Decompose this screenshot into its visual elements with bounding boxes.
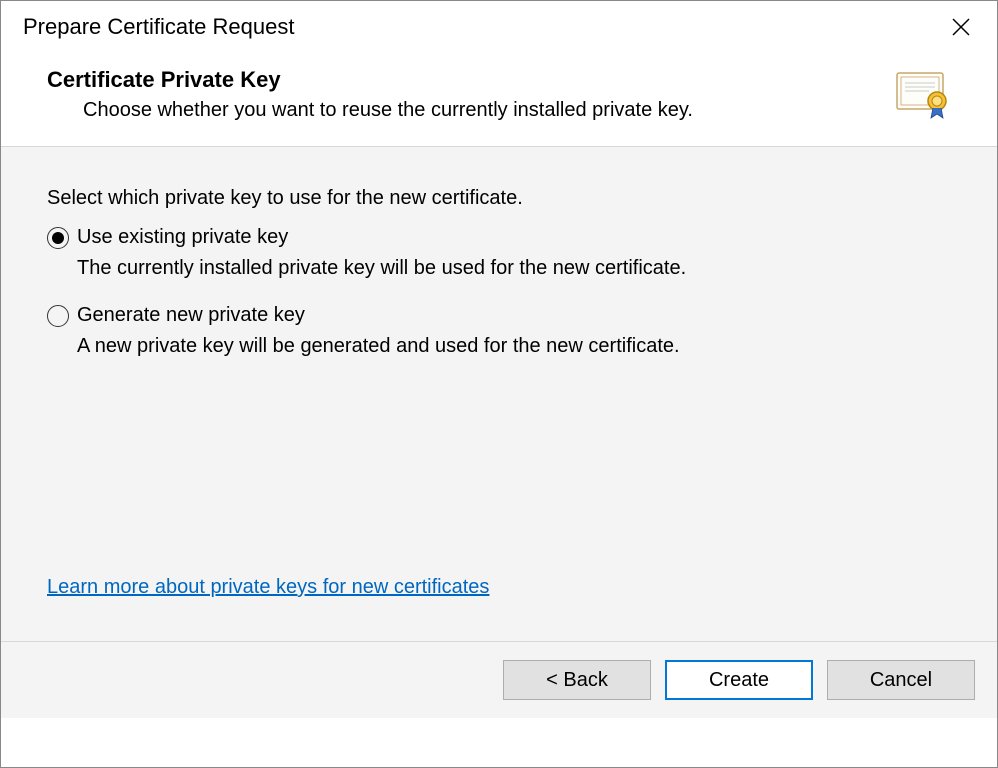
radio-existing-description: The currently installed private key will…	[77, 257, 951, 280]
footer: < Back Create Cancel	[1, 642, 997, 718]
radio-icon	[47, 227, 69, 249]
radio-option-generate: Generate new private key A new private k…	[47, 304, 951, 358]
radio-icon	[47, 305, 69, 327]
radio-option-existing: Use existing private key The currently i…	[47, 226, 951, 280]
header: Certificate Private Key Choose whether y…	[1, 51, 997, 146]
instruction-text: Select which private key to use for the …	[47, 187, 951, 210]
cancel-button[interactable]: Cancel	[827, 660, 975, 700]
certificate-icon	[895, 71, 951, 124]
radio-generate-label: Generate new private key	[77, 304, 305, 327]
window-title: Prepare Certificate Request	[23, 14, 294, 40]
radio-existing-key[interactable]: Use existing private key	[47, 226, 951, 249]
close-icon	[951, 17, 971, 37]
help-link[interactable]: Learn more about private keys for new ce…	[47, 576, 489, 599]
page-title: Certificate Private Key	[47, 67, 875, 93]
page-subtitle: Choose whether you want to reuse the cur…	[83, 99, 875, 122]
radio-generate-key[interactable]: Generate new private key	[47, 304, 951, 327]
close-button[interactable]	[947, 13, 975, 41]
radio-selected-icon	[52, 232, 64, 244]
radio-generate-description: A new private key will be generated and …	[77, 335, 951, 358]
back-button[interactable]: < Back	[503, 660, 651, 700]
titlebar: Prepare Certificate Request	[1, 1, 997, 51]
content-area: Select which private key to use for the …	[1, 146, 997, 642]
create-button[interactable]: Create	[665, 660, 813, 700]
radio-existing-label: Use existing private key	[77, 226, 288, 249]
header-text: Certificate Private Key Choose whether y…	[47, 67, 875, 122]
